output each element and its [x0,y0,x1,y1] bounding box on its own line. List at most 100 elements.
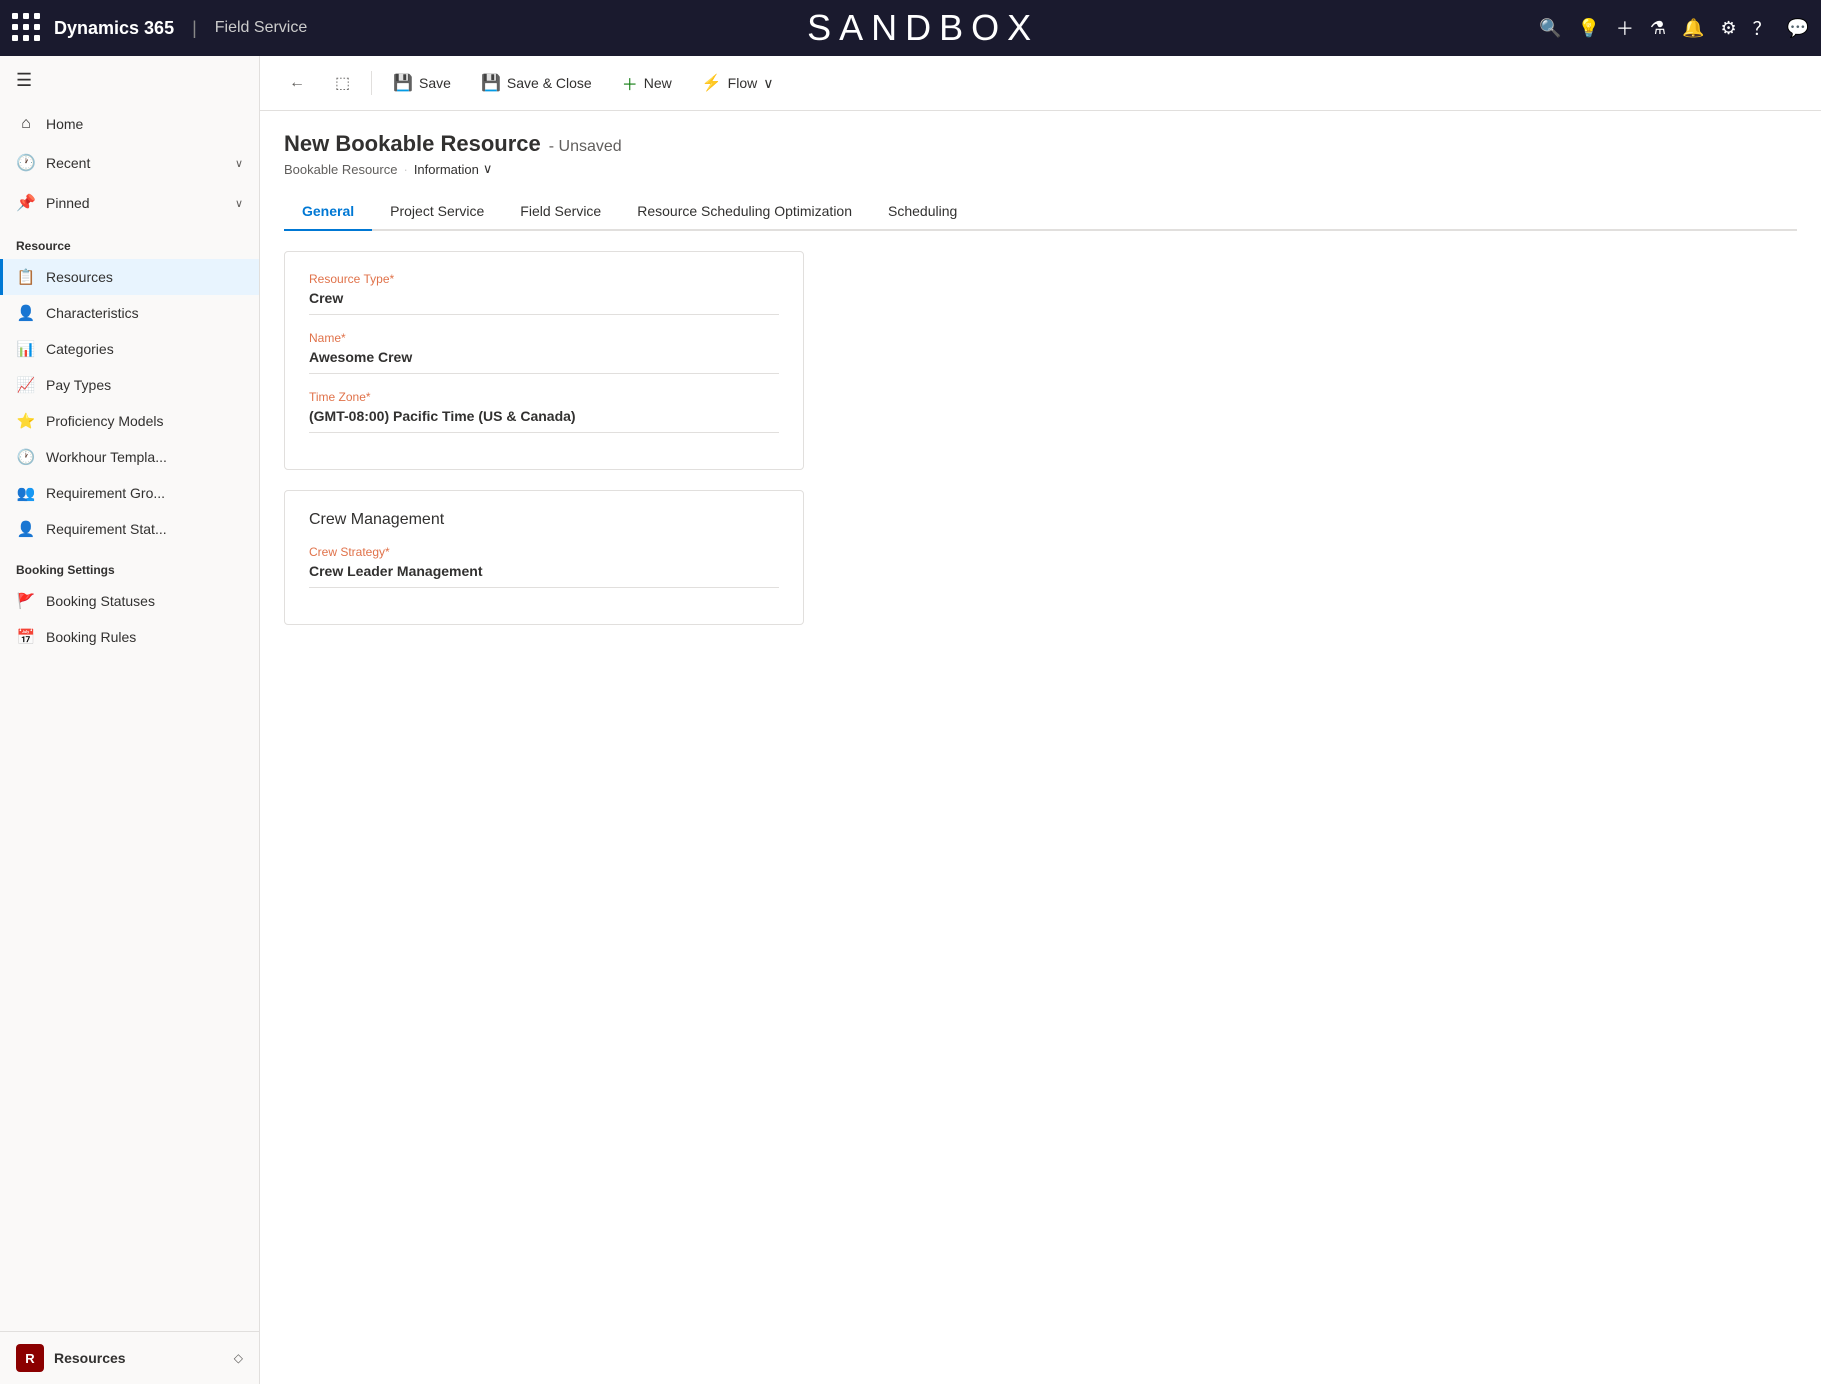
sidebar-item-home[interactable]: ⌂ Home [0,105,259,143]
toolbar: ← ⬚ 💾 Save 💾 Save & Close ＋ New ⚡ Flow ∨ [260,56,1821,111]
breadcrumb-form-label: Information [414,162,479,177]
crew-strategy-label: Crew Strategy* [309,545,779,559]
sidebar-item-resources[interactable]: 📋 Resources [0,259,259,295]
top-nav-icons: 🔍 💡 ＋ ⚗ 🔔 ⚙ ？ 💬 [1539,15,1809,41]
filter-icon[interactable]: ⚗ [1650,18,1666,39]
form-tabs: General Project Service Field Service Re… [284,193,1797,231]
sidebar-req-status-label: Requirement Stat... [46,521,167,537]
save-close-button[interactable]: 💾 Save & Close [468,66,605,100]
form-title-area: New Bookable Resource - Unsaved [284,131,1797,157]
sidebar-item-characteristics[interactable]: 👤 Characteristics [0,295,259,331]
form-area: New Bookable Resource - Unsaved Bookable… [260,111,1821,1384]
resource-type-value[interactable]: Crew [309,290,779,315]
pinned-chevron-icon: ∨ [235,197,243,210]
req-status-icon: 👤 [16,520,36,538]
main-area: ← ⬚ 💾 Save 💾 Save & Close ＋ New ⚡ Flow ∨ [260,56,1821,1384]
tab-scheduling[interactable]: Scheduling [870,193,975,231]
tab-project-service-label: Project Service [390,203,484,219]
name-field: Name* Awesome Crew [309,331,779,374]
dynamics-365-label: Dynamics 365 [54,18,174,39]
flow-icon: ⚡ [702,73,722,93]
tab-field-service-label: Field Service [520,203,601,219]
app-name-label: Field Service [215,19,307,37]
sidebar-characteristics-label: Characteristics [46,305,139,321]
workhour-icon: 🕐 [16,448,36,466]
sidebar-booking-rules-label: Booking Rules [46,629,136,645]
lightbulb-icon[interactable]: 💡 [1577,18,1599,39]
flow-label: Flow [728,75,758,91]
tab-field-service[interactable]: Field Service [502,193,619,231]
new-button[interactable]: ＋ New [609,64,685,102]
sidebar-req-groups-label: Requirement Gro... [46,485,165,501]
pin-icon: 📌 [16,193,36,213]
back-icon: ← [289,74,305,92]
tab-project-service[interactable]: Project Service [372,193,502,231]
sidebar-item-booking-rules[interactable]: 📅 Booking Rules [0,619,259,655]
tab-general[interactable]: General [284,193,372,231]
top-nav: Dynamics 365 | Field Service SANDBOX 🔍 💡… [0,0,1821,56]
recent-icon: 🕐 [16,153,36,173]
crew-strategy-value[interactable]: Crew Leader Management [309,563,779,588]
categories-icon: 📊 [16,340,36,358]
breadcrumb: Bookable Resource · Information ∨ [284,161,1797,177]
sidebar-footer[interactable]: R Resources ◇ [0,1331,259,1384]
sidebar-item-requirement-groups[interactable]: 👥 Requirement Gro... [0,475,259,511]
sidebar-resources-label: Resources [46,269,113,285]
flow-chevron-icon: ∨ [763,75,773,92]
crew-strategy-field: Crew Strategy* Crew Leader Management [309,545,779,588]
sidebar-pinned-label: Pinned [46,195,90,211]
timezone-value[interactable]: (GMT-08:00) Pacific Time (US & Canada) [309,408,779,433]
sidebar-home-label: Home [46,116,83,132]
app-body: ☰ ⌂ Home 🕐 Recent ∨ 📌 Pinned ∨ Resource … [0,56,1821,1384]
flow-button[interactable]: ⚡ Flow ∨ [689,66,787,100]
sidebar-item-booking-statuses[interactable]: 🚩 Booking Statuses [0,583,259,619]
save-icon: 💾 [393,73,413,93]
sidebar-workhour-label: Workhour Templa... [46,449,167,465]
unsaved-label: - Unsaved [549,138,622,156]
popout-button[interactable]: ⬚ [322,66,363,100]
sidebar-recent-label: Recent [46,155,90,171]
settings-icon[interactable]: ⚙ [1720,18,1736,39]
home-icon: ⌂ [16,115,36,133]
plus-icon[interactable]: ＋ [1616,15,1634,41]
chat-icon[interactable]: 💬 [1787,18,1809,39]
app-launcher-icon[interactable] [12,13,42,43]
hamburger-menu[interactable]: ☰ [0,56,259,105]
sidebar-item-categories[interactable]: 📊 Categories [0,331,259,367]
popout-icon: ⬚ [335,73,350,93]
sidebar-item-pinned[interactable]: 📌 Pinned ∨ [0,183,259,223]
sidebar-item-workhour-template[interactable]: 🕐 Workhour Templa... [0,439,259,475]
timezone-field: Time Zone* (GMT-08:00) Pacific Time (US … [309,390,779,433]
resources-icon: 📋 [16,268,36,286]
search-icon[interactable]: 🔍 [1539,18,1561,39]
booking-rules-icon: 📅 [16,628,36,646]
sidebar-item-recent[interactable]: 🕐 Recent ∨ [0,143,259,183]
resource-type-label: Resource Type* [309,272,779,286]
tab-scheduling-label: Scheduling [888,203,957,219]
breadcrumb-separator: · [403,162,407,177]
sidebar-item-pay-types[interactable]: 📈 Pay Types [0,367,259,403]
back-button[interactable]: ← [276,67,318,99]
save-label: Save [419,75,451,91]
pay-types-icon: 📈 [16,376,36,394]
breadcrumb-form-dropdown[interactable]: Information ∨ [414,161,493,177]
help-icon[interactable]: ？ [1753,15,1771,41]
footer-label: Resources [54,1350,126,1366]
save-button[interactable]: 💾 Save [380,66,464,100]
avatar: R [16,1344,44,1372]
characteristics-icon: 👤 [16,304,36,322]
name-value[interactable]: Awesome Crew [309,349,779,374]
sidebar: ☰ ⌂ Home 🕐 Recent ∨ 📌 Pinned ∨ Resource … [0,56,260,1384]
tab-rso-label: Resource Scheduling Optimization [637,203,852,219]
sidebar-item-proficiency-models[interactable]: ⭐ Proficiency Models [0,403,259,439]
toolbar-divider-1 [371,71,372,95]
nav-divider: | [192,18,197,39]
tab-rso[interactable]: Resource Scheduling Optimization [619,193,870,231]
breadcrumb-dropdown-chevron-icon: ∨ [483,161,493,177]
save-close-icon: 💾 [481,73,501,93]
new-icon: ＋ [622,71,638,95]
bell-icon[interactable]: 🔔 [1682,18,1704,39]
brand-area: Dynamics 365 | Field Service [54,18,307,39]
resource-type-field: Resource Type* Crew [309,272,779,315]
sidebar-item-requirement-status[interactable]: 👤 Requirement Stat... [0,511,259,547]
